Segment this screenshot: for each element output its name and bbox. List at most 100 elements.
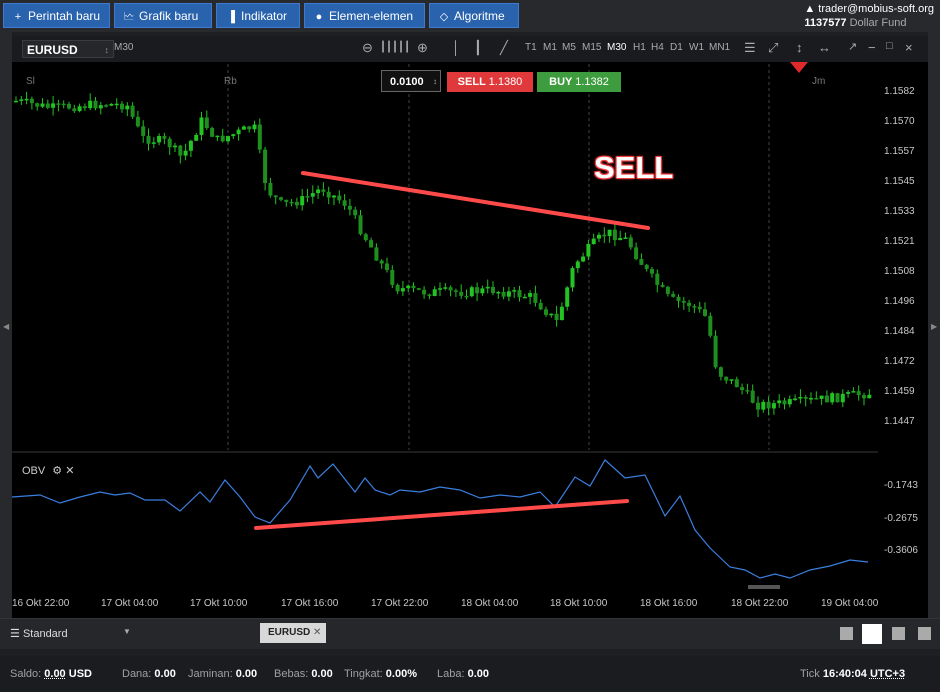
candle-body	[247, 126, 252, 130]
chevron-down-icon[interactable]: ▼	[123, 627, 131, 636]
candle-body	[597, 234, 601, 239]
candle-body	[501, 291, 506, 297]
candle-body	[740, 387, 745, 391]
layout-selector[interactable]: ☰ Standard	[10, 627, 68, 640]
candle-body	[750, 390, 755, 403]
candle-body	[777, 400, 782, 404]
spinner-icon: ↕	[433, 77, 437, 86]
candle-body	[183, 150, 188, 156]
price-tick: 1.1557	[884, 146, 915, 157]
candle-body	[241, 126, 246, 130]
price-tick: 1.1508	[884, 266, 915, 277]
candle-body	[453, 290, 458, 292]
candle-body	[517, 290, 522, 298]
obv-tick: -0.2675	[884, 513, 918, 524]
horizontal-scrollbar	[748, 585, 780, 589]
layout-grid-icon[interactable]	[862, 624, 882, 644]
candle-body	[803, 396, 808, 399]
candle-body	[851, 391, 856, 393]
candle-body	[406, 285, 411, 289]
candle-body	[644, 264, 649, 269]
day-marker-rb: Rb	[224, 76, 237, 87]
candle-body	[438, 288, 442, 290]
candle-body	[61, 103, 66, 106]
candle-body	[40, 103, 45, 107]
candle-body	[475, 287, 480, 294]
candle-body	[671, 293, 676, 297]
candle-body	[814, 398, 819, 400]
sell-button[interactable]: SELL 1.1380	[447, 72, 533, 92]
candle-body	[840, 393, 845, 403]
price-tick: 1.1459	[884, 386, 915, 397]
candle-body	[416, 288, 421, 290]
timezone-selector[interactable]: UTC+3	[870, 668, 905, 680]
candle-body	[448, 287, 453, 291]
candle-body	[575, 261, 580, 269]
quantity-input[interactable]: 0.0100 ↕	[381, 70, 441, 92]
candle-body	[130, 105, 135, 117]
layout-single-icon[interactable]	[840, 627, 853, 640]
candle-body	[363, 234, 368, 241]
candle-body	[628, 237, 633, 248]
candle-body	[358, 215, 363, 235]
candle-body	[623, 237, 628, 239]
candle-body	[639, 259, 644, 265]
candle-body	[480, 288, 485, 294]
candle-body	[157, 135, 162, 143]
candle-body	[98, 105, 103, 109]
tab-eurusd[interactable]: EURUSD ✕	[260, 623, 326, 643]
candle-body	[199, 117, 204, 135]
candle-body	[586, 244, 591, 257]
candle-body	[114, 103, 119, 106]
candle-body	[745, 390, 750, 392]
candle-body	[236, 129, 241, 135]
candle-body	[485, 286, 490, 289]
status-bar: Saldo: 0.00 USD Dana: 0.00 Jaminan: 0.00…	[0, 656, 940, 692]
price-tick: 1.1521	[884, 236, 915, 247]
candle-body	[708, 315, 713, 336]
time-tick: 18 Okt 10:00	[550, 598, 608, 609]
candle-body	[353, 209, 358, 216]
candle-body	[830, 393, 835, 403]
candle-body	[464, 295, 469, 298]
time-tick: 19 Okt 04:00	[821, 598, 879, 609]
candle-body	[257, 124, 262, 150]
candle-body	[867, 394, 872, 399]
candle-body	[565, 287, 570, 307]
candle-body	[135, 116, 140, 127]
layout-columns-icon[interactable]	[892, 627, 905, 640]
price-tick: 1.1484	[884, 326, 915, 337]
candle-body	[554, 313, 559, 321]
candle-body	[310, 193, 315, 197]
candle-body	[93, 100, 98, 109]
layout-rows-icon[interactable]	[918, 627, 931, 640]
candle-body	[305, 196, 310, 198]
candle-body	[819, 395, 824, 399]
candle-body	[120, 103, 124, 110]
gear-icon[interactable]: ⚙	[52, 465, 62, 477]
candle-body	[427, 294, 432, 297]
candle-body	[294, 201, 299, 206]
candle-body	[167, 138, 172, 148]
sell-annotation: SELL	[594, 150, 674, 185]
buy-button[interactable]: BUY 1.1382	[537, 72, 621, 92]
close-icon[interactable]: ✕	[65, 465, 74, 477]
candle-body	[491, 286, 495, 294]
candle-body	[379, 260, 384, 264]
candle-body	[655, 273, 660, 285]
candle-body	[734, 379, 739, 388]
time-tick: 17 Okt 04:00	[101, 598, 159, 609]
candle-body	[51, 103, 56, 108]
candle-body	[273, 195, 278, 198]
candle-body	[459, 291, 464, 296]
candle-body	[422, 289, 427, 295]
candle-body	[650, 268, 654, 274]
candle-body	[533, 293, 538, 303]
candle-body	[395, 284, 400, 292]
obv-trendline	[254, 499, 629, 530]
close-icon[interactable]: ✕	[313, 627, 321, 638]
candle-body	[782, 400, 787, 405]
price-tick: 1.1533	[884, 206, 915, 217]
price-tick: 1.1447	[884, 416, 915, 427]
candle-body	[35, 103, 40, 107]
